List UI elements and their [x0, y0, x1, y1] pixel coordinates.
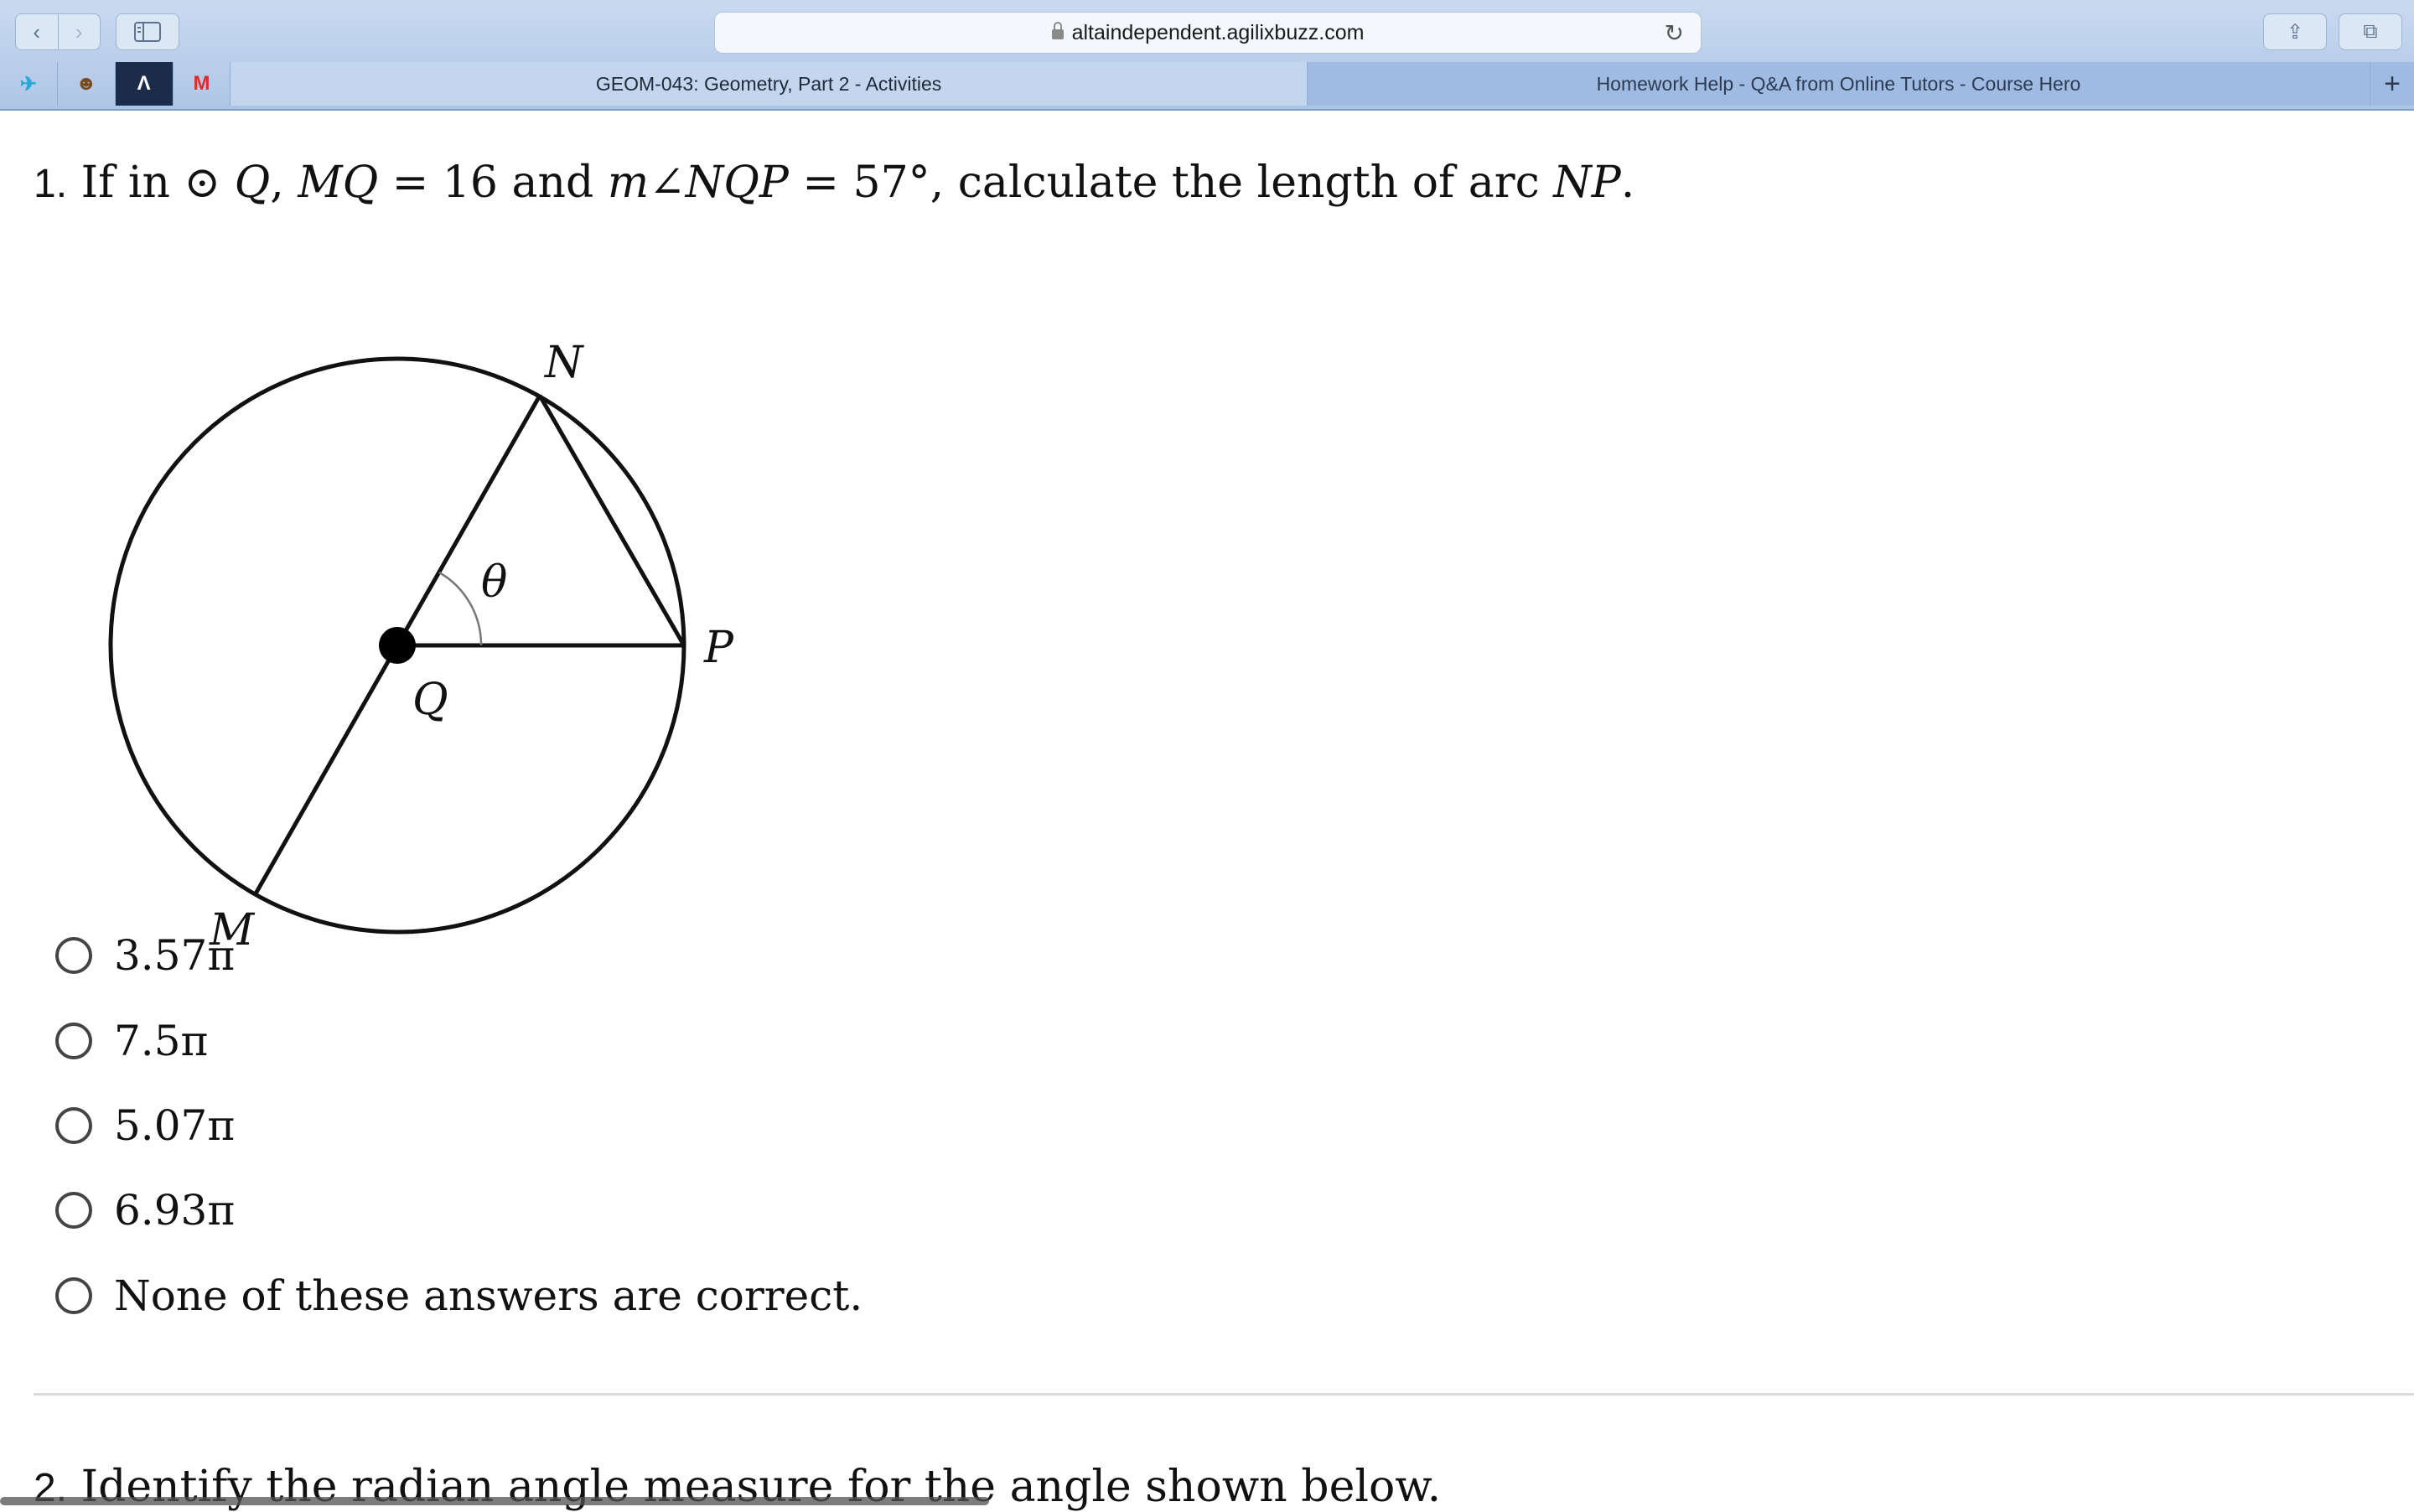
share-button[interactable]: ⇪ [2263, 13, 2327, 50]
angle-arc [438, 571, 483, 646]
answer-option-3[interactable]: 5.07π [55, 1100, 235, 1151]
altitude-glyph: Λ [137, 72, 151, 95]
show-tabs-button[interactable]: ⧉ [2339, 13, 2402, 50]
answer-option-2[interactable]: 7.5π [55, 1016, 208, 1066]
prompt-text: = 57°, calculate the length of arc [788, 158, 1554, 208]
radio-button[interactable] [55, 1192, 92, 1229]
question-number: 1. [34, 162, 68, 206]
sidebar-icon [134, 22, 161, 42]
option-label: 6.93π [114, 1186, 236, 1235]
chord-np [537, 394, 686, 647]
tabs-overview-icon: ⧉ [2363, 20, 2378, 43]
url-text: altaindependent.agilixbuzz.com [1071, 20, 1365, 44]
tab-bar: ✈ ☻ Λ M GEOM-043: Geometry, Part 2 - Act… [0, 62, 2414, 106]
forward-button[interactable]: › [57, 14, 101, 49]
circle-dot-symbol: ⊙ [184, 158, 221, 208]
plus-icon: + [2384, 67, 2401, 100]
prompt-text: = 16 and [378, 158, 608, 208]
new-tab-button[interactable]: + [2370, 62, 2414, 106]
gmail-icon[interactable]: M [174, 62, 231, 106]
lock-icon [1051, 22, 1064, 39]
chevron-left-icon: ‹ [33, 18, 41, 44]
back-button[interactable]: ‹ [16, 14, 58, 49]
page-content: 1. If in ⊙ Q, MQ = 16 and m∠NQP = 57°, c… [0, 111, 2414, 1512]
address-bar[interactable]: altaindependent.agilixbuzz.com ↻ [714, 12, 1702, 54]
math-angle: m∠NQP [607, 158, 789, 208]
label-p: P [703, 623, 734, 673]
math-arc: NP [1553, 158, 1621, 208]
answer-option-5[interactable]: None of these answers are correct. [55, 1271, 863, 1321]
label-q: Q [412, 675, 448, 725]
horizontal-scrollbar[interactable] [0, 1497, 989, 1505]
tab-course-hero[interactable]: Homework Help - Q&A from Online Tutors -… [1307, 62, 2371, 106]
answer-option-1[interactable]: 3.57π [55, 930, 235, 981]
reload-icon[interactable]: ↻ [1665, 19, 1684, 47]
label-n: N [543, 338, 584, 388]
bookmark-icon[interactable]: ✈ [0, 62, 58, 106]
answer-option-4[interactable]: 6.93π [55, 1185, 235, 1235]
gmail-glyph: M [193, 72, 210, 95]
prompt-text: . [1620, 158, 1635, 208]
prompt-text: If in [80, 158, 184, 208]
option-label: None of these answers are correct. [114, 1271, 863, 1320]
math-mq: MQ [298, 158, 379, 208]
tab-label: Homework Help - Q&A from Online Tutors -… [1596, 72, 2081, 95]
owl-glyph: ☻ [75, 72, 97, 95]
bookmark-glyph: ✈ [19, 72, 37, 96]
prompt-text: , [270, 158, 298, 208]
sidebar-toggle-button[interactable] [116, 13, 179, 50]
circle-diagram: N P Q M θ [108, 338, 734, 955]
altitude-icon[interactable]: Λ [115, 62, 174, 106]
math-q: Q [234, 158, 271, 208]
radio-button[interactable] [55, 937, 92, 974]
option-label: 7.5π [114, 1017, 209, 1065]
center-point [379, 627, 416, 664]
question-divider [34, 1393, 2414, 1395]
nav-buttons: ‹ › [15, 13, 101, 50]
option-label: 5.07π [114, 1101, 236, 1150]
share-icon: ⇪ [2286, 20, 2304, 44]
label-theta: θ [481, 557, 507, 608]
option-label: 3.57π [114, 931, 236, 980]
question-1-prompt: 1. If in ⊙ Q, MQ = 16 and m∠NQP = 57°, c… [34, 158, 1634, 208]
tab-label: GEOM-043: Geometry, Part 2 - Activities [595, 72, 942, 95]
owl-icon[interactable]: ☻ [58, 62, 116, 106]
radio-button[interactable] [55, 1277, 92, 1314]
radio-button[interactable] [55, 1107, 92, 1144]
radio-button[interactable] [55, 1023, 92, 1059]
browser-chrome: ‹ › altaindependent.agilixbuzz.com ↻ ⇪ ⧉… [0, 0, 2414, 111]
chevron-right-icon: › [75, 18, 83, 44]
tab-geom-activities[interactable]: GEOM-043: Geometry, Part 2 - Activities [231, 62, 1308, 106]
